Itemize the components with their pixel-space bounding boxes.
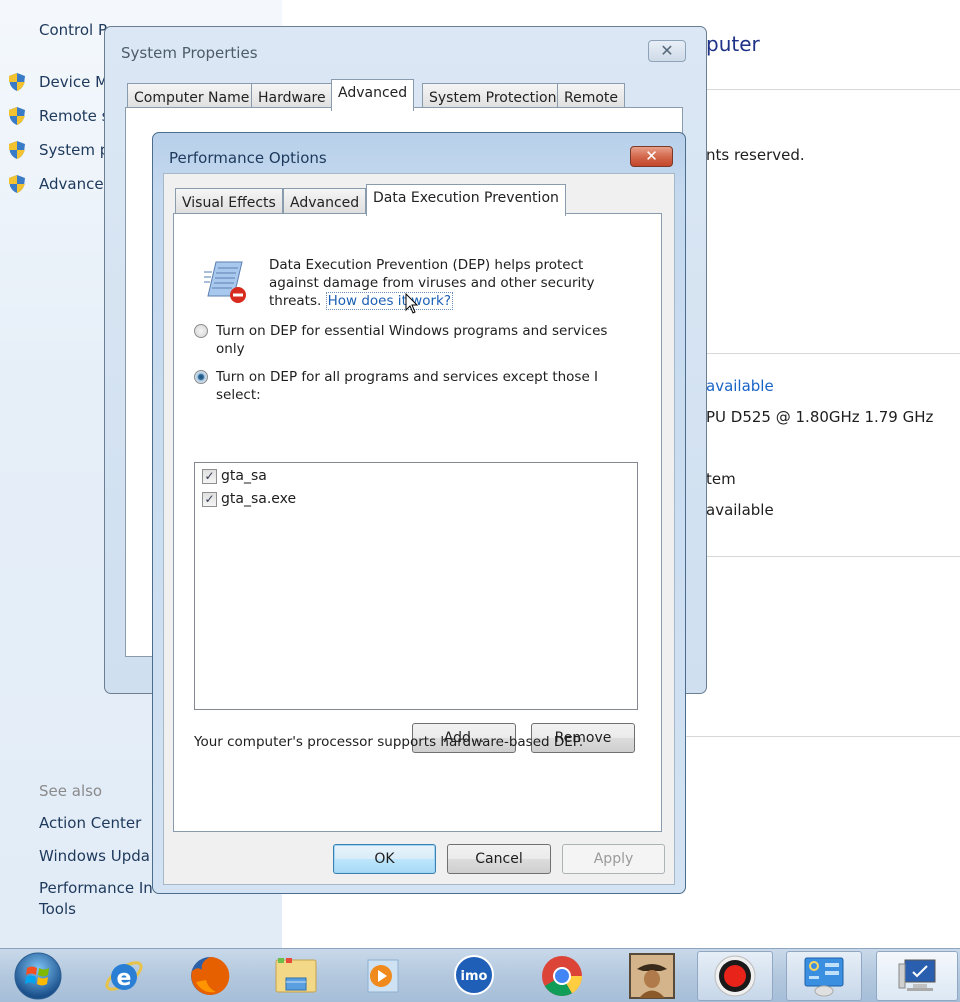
control-panel-icon (804, 957, 844, 997)
taskbar-game[interactable] (614, 951, 690, 1001)
divider (700, 353, 960, 354)
divider (700, 89, 960, 90)
internet-explorer-icon: e (105, 961, 143, 991)
see-also-performance-tools[interactable]: Tools (39, 900, 76, 918)
exceptions-list[interactable]: ✓ gta_sa ✓ gta_sa.exe (194, 462, 638, 710)
sidebar-link-remote-settings[interactable]: Remote s (39, 107, 109, 125)
shield-icon (9, 73, 25, 91)
divider (686, 736, 960, 737)
apply-button[interactable]: Apply (562, 844, 665, 874)
shield-icon (9, 175, 25, 193)
computer-icon (898, 959, 936, 991)
pen-touch-value: available (706, 501, 774, 519)
see-also-action-center[interactable]: Action Center (39, 814, 141, 832)
radio-button-selected[interactable] (194, 370, 208, 384)
windows-logo-icon (14, 952, 62, 1000)
mouse-cursor-icon (405, 293, 419, 314)
dep-shield-icon (204, 261, 246, 303)
divider (700, 556, 960, 557)
radio-essential-only[interactable]: Turn on DEP for essential Windows progra… (194, 322, 634, 358)
checkbox-checked[interactable]: ✓ (202, 492, 217, 507)
sidebar-link-advanced-settings[interactable]: Advance (39, 175, 104, 193)
copyright-text: nts reserved. (706, 146, 805, 164)
see-also-heading: See also (39, 782, 103, 800)
taskbar-chrome[interactable] (524, 951, 600, 1001)
program-name: gta_sa.exe (221, 491, 297, 507)
taskbar: e imo (0, 948, 960, 1002)
close-button[interactable]: ✕ (630, 146, 673, 167)
tab-data-execution-prevention[interactable]: Data Execution Prevention (366, 184, 566, 216)
how-does-it-work-link[interactable]: How does it work? (325, 292, 453, 310)
folder-icon (275, 958, 317, 993)
chrome-icon (542, 956, 582, 996)
taskbar-imo[interactable]: imo (436, 951, 512, 1001)
taskbar-media-player[interactable] (344, 951, 420, 1001)
media-player-icon (367, 959, 399, 993)
taskbar-screen-recorder[interactable] (697, 951, 773, 1001)
system-title: puter (706, 32, 760, 56)
taskbar-control-panel[interactable] (786, 951, 862, 1001)
svg-text:e: e (117, 966, 132, 991)
cancel-button[interactable]: Cancel (447, 844, 551, 874)
radio-all-except-selected[interactable]: Turn on DEP for all programs and service… (194, 368, 634, 404)
taskbar-system[interactable] (876, 951, 958, 1001)
taskbar-firefox[interactable] (172, 951, 248, 1001)
imo-icon: imo (454, 955, 494, 995)
checkbox-checked[interactable]: ✓ (202, 469, 217, 484)
record-icon (714, 955, 756, 997)
tab-system-protection[interactable]: System Protection (422, 83, 564, 109)
firefox-icon (191, 956, 230, 995)
game-character-icon (629, 953, 675, 999)
dep-description: Data Execution Prevention (DEP) helps pr… (269, 256, 609, 310)
system-type-value: tem (706, 470, 736, 488)
sidebar-link-system-protection[interactable]: System p (39, 141, 109, 159)
window-title: Performance Options (169, 149, 327, 167)
sidebar-link-device-manager[interactable]: Device M (39, 73, 108, 91)
tab-advanced[interactable]: Advanced (331, 79, 415, 111)
taskbar-internet-explorer[interactable]: e (86, 951, 162, 1001)
tab-remote[interactable]: Remote (557, 83, 626, 109)
breadcrumb[interactable]: Control P (39, 21, 107, 39)
tab-visual-effects[interactable]: Visual Effects (175, 188, 283, 214)
dialog-body: Visual Effects Advanced Data Execution P… (163, 173, 675, 885)
rating-link[interactable]: available (706, 377, 774, 395)
tab-computer-name[interactable]: Computer Name (127, 83, 257, 109)
window-title: System Properties (121, 44, 258, 62)
ok-button[interactable]: OK (333, 844, 436, 874)
radio-button[interactable] (194, 324, 208, 338)
shield-icon (9, 107, 25, 125)
see-also-windows-update[interactable]: Windows Upda (39, 847, 150, 865)
program-name: gta_sa (221, 468, 267, 484)
hardware-dep-status: Your computer's processor supports hardw… (194, 734, 584, 750)
svg-text:imo: imo (461, 969, 488, 984)
performance-options-window: Performance Options ✕ Visual Effects Adv… (152, 132, 686, 894)
processor-value: PU D525 @ 1.80GHz 1.79 GHz (706, 408, 934, 426)
radio-label: Turn on DEP for all programs and service… (216, 369, 599, 403)
close-button[interactable]: ✕ (648, 40, 686, 62)
shield-icon (9, 141, 25, 159)
tab-hardware[interactable]: Hardware (251, 83, 333, 109)
taskbar-windows-explorer[interactable] (258, 951, 334, 1001)
tab-advanced[interactable]: Advanced (283, 188, 367, 214)
start-button[interactable] (0, 951, 76, 1001)
radio-label: Turn on DEP for essential Windows progra… (216, 323, 608, 357)
see-also-performance-info[interactable]: Performance In (39, 879, 153, 897)
